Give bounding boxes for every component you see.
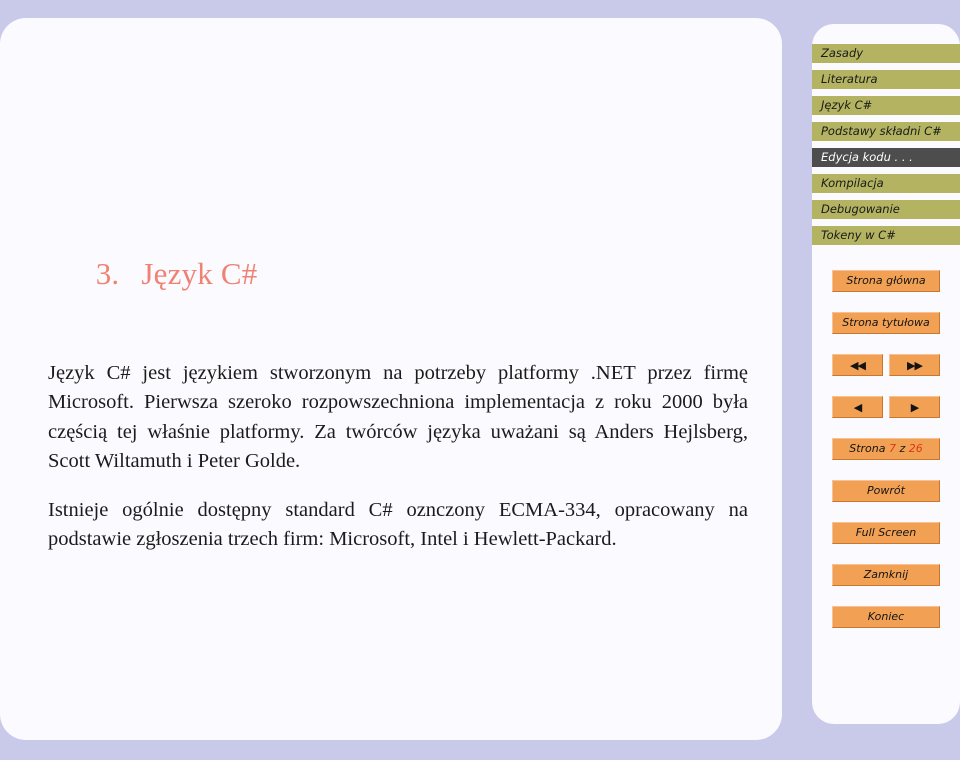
sidebar-item-debugowanie[interactable]: Debugowanie <box>812 200 960 219</box>
slide-content-panel: 3. Język C# Język C# jest językiem stworz… <box>0 18 782 740</box>
back-button[interactable]: Powrót <box>832 480 940 502</box>
double-right-arrow-icon: ▶▶ <box>907 359 923 372</box>
close-button[interactable]: Zamknij <box>832 564 940 586</box>
sidebar-item-label: Kompilacja <box>821 176 884 190</box>
sidebar: Zasady Literatura Język C# Podstawy skła… <box>812 24 960 724</box>
page-total: 26 <box>908 442 923 455</box>
next-page-button[interactable]: ▶ <box>889 396 940 418</box>
sidebar-item-label: Zasady <box>821 46 864 60</box>
page-of-word: z <box>899 442 906 455</box>
full-screen-button[interactable]: Full Screen <box>832 522 940 544</box>
sidebar-item-label: Tokeny w C# <box>821 228 896 242</box>
close-button-row: Zamknij <box>812 564 960 586</box>
slide-title-text: Język C# <box>141 256 258 292</box>
page-indicator[interactable]: Strona 7 z 26 <box>832 438 940 460</box>
prev-page-button[interactable]: ◀ <box>832 396 883 418</box>
sidebar-button-stack: Strona główna Strona tytułowa ◀◀ ▶▶ ◀ ▶ … <box>812 270 960 648</box>
paragraph-2: Istnieje ogólnie dostępny standard C# oz… <box>48 498 748 550</box>
page-word: Strona <box>849 442 886 455</box>
first-page-button[interactable]: ◀◀ <box>832 354 883 376</box>
sidebar-item-podstawy-skladni[interactable]: Podstawy składni C# <box>812 122 960 141</box>
sidebar-item-label: Edycja kodu . . . <box>821 150 913 164</box>
first-last-button-row: ◀◀ ▶▶ <box>812 354 960 376</box>
page-title: 3. Język C# <box>48 223 748 325</box>
sidebar-item-label: Język C# <box>821 98 873 112</box>
sidebar-item-tokeny[interactable]: Tokeny w C# <box>812 226 960 245</box>
sidebar-nav-list: Zasady Literatura Język C# Podstawy skła… <box>812 44 960 252</box>
double-left-arrow-icon: ◀◀ <box>850 359 866 372</box>
sidebar-item-jezyk-csharp[interactable]: Język C# <box>812 96 960 115</box>
slide-number: 3. <box>95 256 120 292</box>
sidebar-item-label: Podstawy składni C# <box>821 124 942 138</box>
sidebar-item-kompilacja[interactable]: Kompilacja <box>812 174 960 193</box>
full-screen-button-row: Full Screen <box>812 522 960 544</box>
paragraph-1: Język C# jest językiem stworzonym na pot… <box>48 362 748 472</box>
back-button-row: Powrót <box>812 480 960 502</box>
sidebar-item-label: Literatura <box>821 72 878 86</box>
page-indicator-row: Strona 7 z 26 <box>812 438 960 460</box>
left-arrow-icon: ◀ <box>853 401 863 414</box>
quit-button[interactable]: Koniec <box>832 606 940 628</box>
last-page-button[interactable]: ▶▶ <box>889 354 940 376</box>
slide-body: 3. Język C# Język C# jest językiem stworz… <box>48 223 748 554</box>
title-page-button[interactable]: Strona tytułowa <box>832 312 940 334</box>
home-button[interactable]: Strona główna <box>832 270 940 292</box>
page-current: 7 <box>888 442 896 455</box>
right-arrow-icon: ▶ <box>910 401 920 414</box>
sidebar-item-zasady[interactable]: Zasady <box>812 44 960 63</box>
sidebar-item-edycja-kodu[interactable]: Edycja kodu . . . <box>812 148 960 167</box>
title-page-button-row: Strona tytułowa <box>812 312 960 334</box>
quit-button-row: Koniec <box>812 606 960 628</box>
home-button-row: Strona główna <box>812 270 960 292</box>
prev-next-button-row: ◀ ▶ <box>812 396 960 418</box>
sidebar-item-literatura[interactable]: Literatura <box>812 70 960 89</box>
sidebar-item-label: Debugowanie <box>821 202 900 216</box>
